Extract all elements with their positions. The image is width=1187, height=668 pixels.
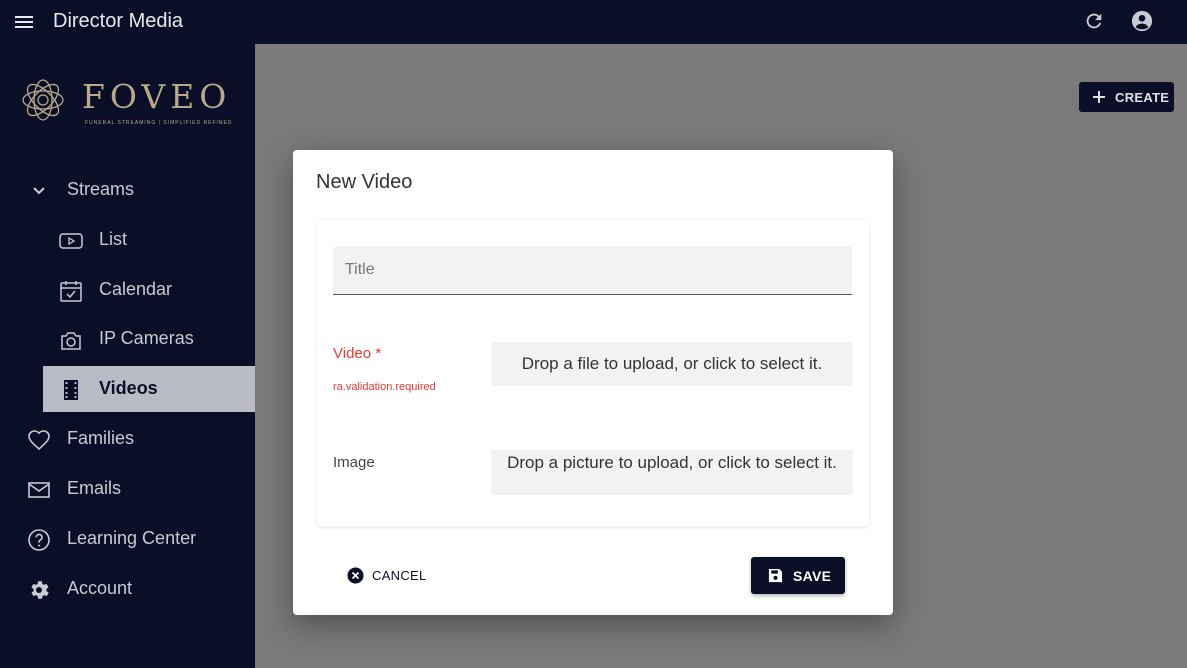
mail-icon (28, 482, 50, 498)
video-field-label: Video * (333, 345, 382, 362)
sidebar-item-account[interactable]: Account (0, 566, 255, 612)
plus-icon (1093, 91, 1105, 103)
save-button[interactable]: SAVE (751, 557, 845, 594)
logo-wordmark: FOVEO (82, 77, 232, 116)
sidebar-item-label: Calendar (99, 279, 173, 299)
video-validation-error: ra.validation.required (333, 381, 436, 393)
sidebar-item-emails[interactable]: Emails (0, 466, 255, 512)
youtube-icon (59, 233, 83, 249)
sidebar-item-label: IP Cameras (99, 328, 194, 348)
sidebar-item-label: Streams (67, 179, 135, 199)
foveo-logo: FOVEO FUNERAL STREAMING | SIMPLIFIED REF… (10, 69, 245, 133)
app-bar: Director Media (0, 0, 1187, 44)
account-circle-icon[interactable] (1131, 10, 1153, 32)
app-title: Director Media (53, 10, 184, 32)
sidebar-item-label: Account (67, 578, 133, 598)
title-input[interactable]: Title (333, 246, 852, 295)
gear-icon (31, 581, 49, 599)
calendar-check-icon (60, 281, 82, 302)
cancel-button[interactable]: CANCEL (339, 560, 429, 590)
image-field-label: Image (333, 454, 375, 471)
form-card: Title Video * ra.validation.required Dro… (317, 220, 869, 526)
heart-icon (28, 430, 50, 451)
sidebar-item-label: Learning Center (67, 528, 197, 548)
chevron-down-icon (33, 187, 45, 195)
save-button-label: SAVE (793, 568, 832, 584)
dialog-title: New Video (316, 171, 413, 193)
film-icon (64, 380, 78, 400)
sidebar-item-label: Videos (99, 378, 158, 398)
floppy-disk-icon (768, 568, 783, 583)
refresh-icon[interactable] (1083, 10, 1105, 32)
sidebar-item-label: List (99, 229, 128, 249)
cancel-button-label: CANCEL (372, 568, 427, 583)
sidebar-item-families[interactable]: Families (0, 416, 255, 462)
help-circle-icon (28, 529, 50, 551)
logo-emblem-icon (22, 79, 64, 121)
sidebar-item-streams[interactable]: Streams (0, 167, 255, 213)
sidebar: FOVEO FUNERAL STREAMING | SIMPLIFIED REF… (0, 44, 255, 668)
sidebar-item-calendar[interactable]: Calendar (0, 267, 255, 313)
new-video-dialog: New Video Title Video * ra.validation.re… (293, 150, 893, 615)
cancel-circle-icon (347, 567, 364, 584)
sidebar-item-learning-center[interactable]: Learning Center (0, 516, 255, 562)
sidebar-item-list[interactable]: List (0, 217, 255, 263)
sidebar-item-label: Emails (67, 478, 122, 498)
logo-tagline: FUNERAL STREAMING | SIMPLIFIED REFINED (85, 120, 233, 126)
video-dropzone[interactable]: Drop a file to upload, or click to selec… (491, 342, 853, 386)
sidebar-item-ip-cameras[interactable]: IP Cameras (0, 316, 255, 362)
menu-icon[interactable] (14, 12, 34, 32)
camera-icon (61, 332, 81, 350)
image-dropzone[interactable]: Drop a picture to upload, or click to se… (491, 450, 853, 495)
title-input-placeholder: Title (345, 261, 375, 278)
sidebar-item-label: Families (67, 428, 135, 448)
sidebar-item-videos[interactable]: Videos (43, 366, 255, 412)
create-button[interactable]: CREATE (1079, 82, 1174, 112)
create-button-label: CREATE (1115, 90, 1170, 105)
